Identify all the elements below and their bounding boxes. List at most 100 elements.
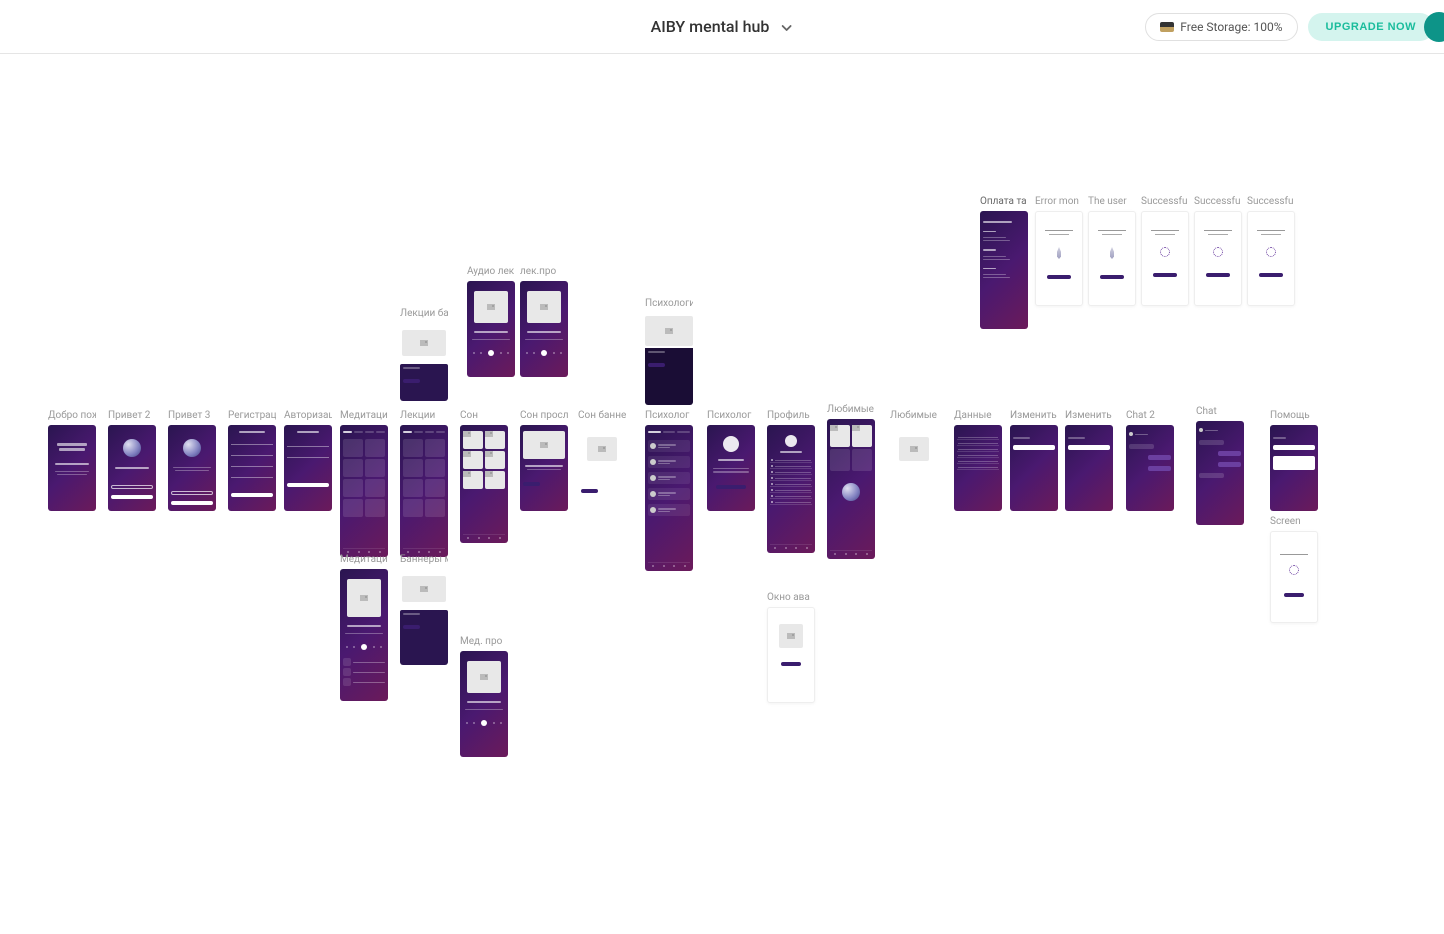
artboard-register[interactable]: Регистрац [228,410,276,511]
artboard-frame[interactable] [1270,531,1318,623]
artboard-label[interactable]: Медитаци [340,410,388,421]
artboard-meditation[interactable]: Медитаци [340,410,388,557]
artboard-sleep-banner[interactable]: Сон банне [578,410,626,511]
artboard-frame[interactable] [284,425,332,511]
artboard-chat[interactable]: Chat [1196,406,1244,525]
artboard-label[interactable]: Оплата та [980,196,1028,207]
artboard-frame[interactable] [1126,425,1174,511]
artboard-label[interactable]: Successfu [1194,196,1242,207]
artboard-edit2[interactable]: Изменить [1065,410,1113,511]
artboard-frame[interactable] [460,651,508,757]
artboard-banners-m[interactable]: Баннеры м [400,554,448,665]
artboard-error-mon[interactable]: Error mon [1035,196,1083,306]
artboard-label[interactable]: Лекции ба [400,308,448,319]
artboard-label[interactable]: Авторизац [284,410,332,421]
artboard-label[interactable]: Изменить [1065,410,1113,421]
artboard-frame[interactable] [767,607,815,703]
artboard-frame[interactable] [520,281,568,377]
artboard-label[interactable]: Медитаци [340,554,388,565]
artboard-profile[interactable]: Профиль [767,410,815,553]
artboard-frame[interactable] [1035,211,1083,306]
artboard-frame[interactable] [48,425,96,511]
artboard-label[interactable]: Мед. про [460,636,508,647]
artboard-avatar-window[interactable]: Окно ава [767,592,815,703]
artboard-frame[interactable] [707,425,755,511]
artboard-success3[interactable]: Successfu [1247,196,1295,306]
artboard-favorites2[interactable]: Любимые [890,410,938,505]
artboard-label[interactable]: Аудио лек [467,266,515,277]
artboard-label[interactable]: Сон банне [578,410,626,421]
artboard-frame[interactable] [645,313,693,405]
artboard-label[interactable]: Психолог [707,410,755,421]
artboard-lectures-ban[interactable]: Лекции ба [400,308,448,401]
artboard-frame[interactable] [108,425,156,511]
artboard-success1[interactable]: Successfu [1141,196,1189,306]
artboard-auth[interactable]: Авторизац [284,410,332,511]
artboard-frame[interactable] [767,425,815,553]
artboard-frame[interactable] [1065,425,1113,511]
artboard-screen[interactable]: Screen [1270,516,1318,623]
artboard-label[interactable]: Помощь [1270,410,1318,421]
user-avatar[interactable] [1424,12,1444,42]
artboard-help[interactable]: Помощь [1270,410,1318,511]
artboard-hello2[interactable]: Привет 2 [108,410,156,511]
artboard-frame[interactable] [1194,211,1242,306]
artboard-label[interactable]: Регистрац [228,410,276,421]
artboard-label[interactable]: Сон [460,410,508,421]
artboard-label[interactable]: Психологи [645,298,693,309]
artboard-frame[interactable] [520,425,568,511]
artboard-label[interactable]: Профиль [767,410,815,421]
artboard-frame[interactable] [460,425,508,543]
artboard-sleep[interactable]: Сон [460,410,508,543]
artboard-label[interactable]: Окно ава [767,592,815,603]
artboard-frame[interactable] [340,569,388,701]
artboard-label[interactable]: Сон просл [520,410,568,421]
artboard-frame[interactable] [1196,421,1244,525]
artboard-sleep-listen[interactable]: Сон просл [520,410,568,511]
artboard-frame[interactable] [467,281,515,377]
artboard-data[interactable]: Данные [954,410,1002,511]
artboard-lectures[interactable]: Лекции [400,410,448,557]
design-canvas[interactable]: Добро пож Привет 2 Привет 3 Регистрац Автори… [0,54,1444,934]
artboard-frame[interactable] [578,425,626,511]
artboard-label[interactable]: Добро пож [48,410,96,421]
artboard-label[interactable]: Баннеры м [400,554,448,565]
project-dropdown[interactable]: AIBY mental hub [651,17,794,36]
artboard-frame[interactable] [168,425,216,511]
artboard-psycholog-top[interactable]: Психологи [645,298,693,405]
artboard-frame[interactable] [645,425,693,571]
artboard-frame[interactable] [1270,425,1318,511]
artboard-frame[interactable] [827,419,875,559]
artboard-payment[interactable]: Оплата та [980,196,1028,329]
artboard-label[interactable]: Лекции [400,410,448,421]
artboard-frame[interactable] [400,425,448,557]
artboard-label[interactable]: Chat [1196,406,1244,417]
artboard-favorites[interactable]: Любимые [827,404,875,559]
artboard-label[interactable]: Любимые [827,404,875,415]
artboard-lec-listen[interactable]: лек.про [520,266,568,377]
artboard-meditation2[interactable]: Медитаци [340,554,388,701]
artboard-label[interactable]: лек.про [520,266,568,277]
artboard-label[interactable]: Психолог [645,410,693,421]
artboard-edit[interactable]: Изменить [1010,410,1058,511]
artboard-label[interactable]: Successfu [1141,196,1189,207]
artboard-hello3[interactable]: Привет 3 [168,410,216,511]
artboard-label[interactable]: Error mon [1035,196,1083,207]
artboard-success2[interactable]: Successfu [1194,196,1242,306]
artboard-frame[interactable] [400,569,448,665]
artboard-label[interactable]: Данные [954,410,1002,421]
artboard-frame[interactable] [1141,211,1189,306]
artboard-frame[interactable] [1088,211,1136,306]
artboard-label[interactable]: Привет 3 [168,410,216,421]
artboard-welcome[interactable]: Добро пож [48,410,96,511]
artboard-label[interactable]: Chat 2 [1126,410,1174,421]
artboard-frame[interactable] [228,425,276,511]
artboard-frame[interactable] [890,425,938,505]
artboard-med-listen[interactable]: Мед. про [460,636,508,757]
upgrade-button[interactable]: UPGRADE NOW [1308,13,1434,41]
artboard-label[interactable]: Screen [1270,516,1318,527]
artboard-frame[interactable] [1010,425,1058,511]
storage-indicator[interactable]: Free Storage: 100% [1145,13,1297,41]
artboard-label[interactable]: Любимые [890,410,938,421]
artboard-the-user[interactable]: The user [1088,196,1136,306]
